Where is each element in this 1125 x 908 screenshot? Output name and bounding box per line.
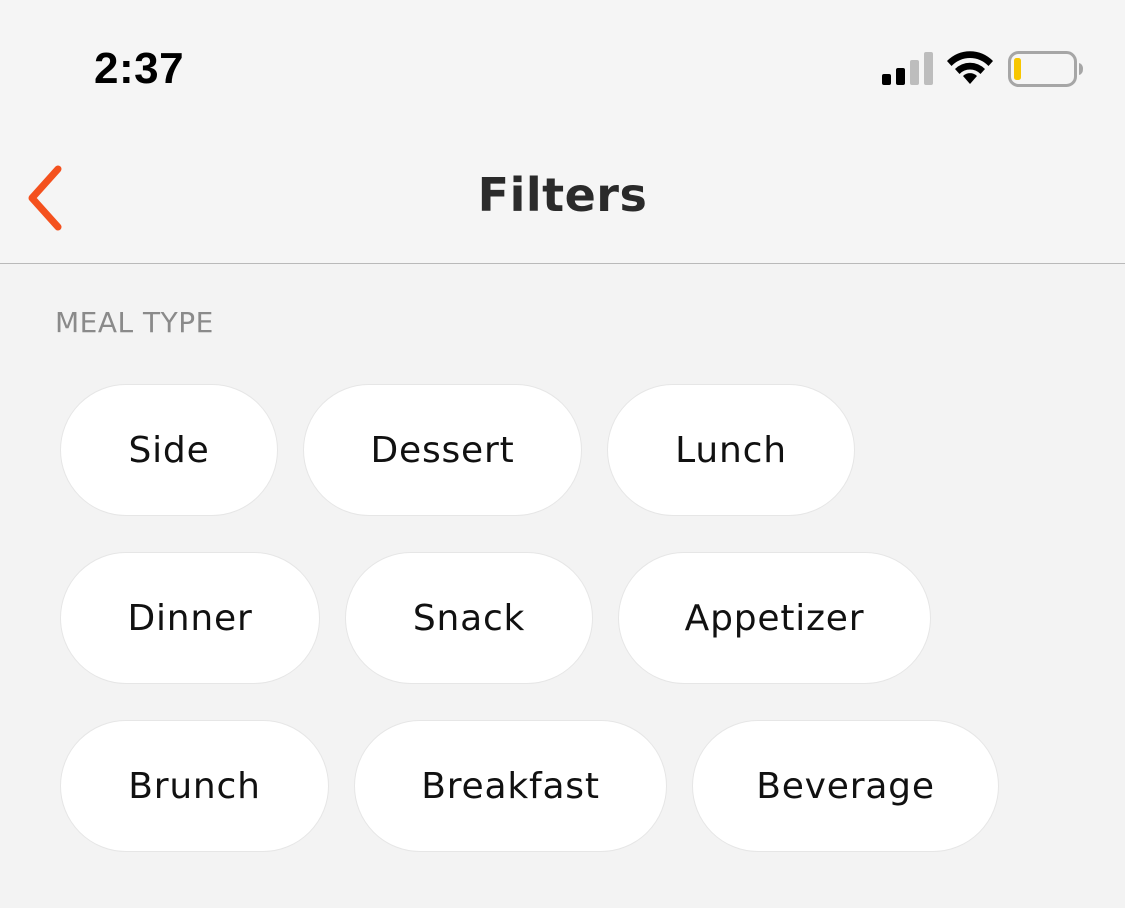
meal-type-chip-group: Side Dessert Lunch Dinner Snack Appetize… [60,384,1060,888]
chip-side[interactable]: Side [60,384,278,516]
cellular-signal-icon [882,52,933,85]
chip-appetizer[interactable]: Appetizer [618,552,931,684]
chip-lunch[interactable]: Lunch [607,384,855,516]
status-bar: 2:37 [0,0,1125,132]
chip-brunch[interactable]: Brunch [60,720,329,852]
status-time: 2:37 [94,44,185,93]
meal-type-section-label: MEAL TYPE [55,306,214,339]
chip-row: Brunch Breakfast Beverage [60,720,1060,852]
battery-low-icon [1008,51,1083,87]
chip-breakfast[interactable]: Breakfast [354,720,667,852]
chip-row: Side Dessert Lunch [60,384,1060,516]
chip-beverage[interactable]: Beverage [692,720,999,852]
chip-row: Dinner Snack Appetizer [60,552,1060,684]
filters-screen: 2:37 Filters MEAL TYPE Side Dessert Lunc… [0,0,1125,908]
chip-dessert[interactable]: Dessert [303,384,582,516]
chip-snack[interactable]: Snack [345,552,593,684]
page-title: Filters [477,168,648,222]
wifi-icon [947,51,993,84]
navigation-bar: Filters [0,132,1125,264]
chip-dinner[interactable]: Dinner [60,552,320,684]
